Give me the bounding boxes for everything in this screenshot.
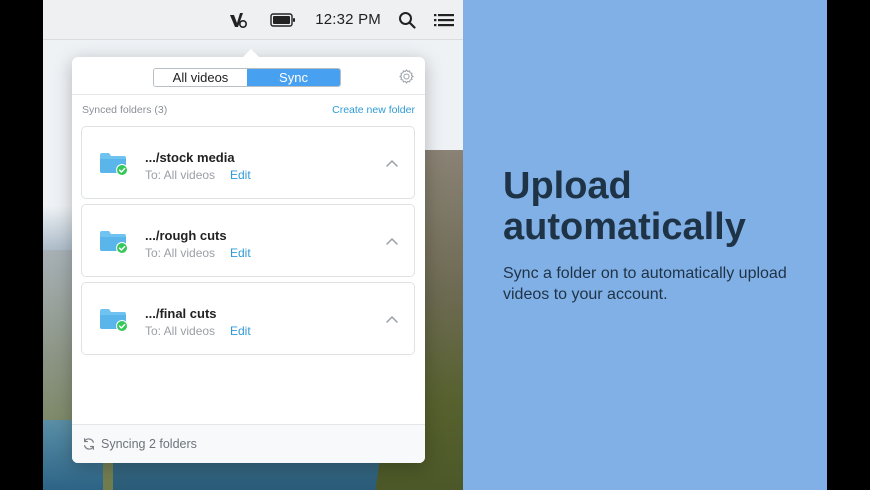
chevron-up-icon[interactable]: [385, 311, 399, 323]
stage: 12:32 PM All videos Sync Synced folders …: [0, 0, 870, 490]
gear-icon[interactable]: [398, 68, 415, 85]
promo-description: Sync a folder on to automatically upload…: [503, 265, 787, 303]
create-new-folder-link[interactable]: Create new folder: [332, 104, 415, 116]
folder-synced-icon: [99, 151, 129, 177]
folder-destination: To: All videos: [145, 168, 216, 182]
folder-card[interactable]: .../stock media To: All videos Edit: [81, 126, 415, 199]
battery-icon[interactable]: [269, 0, 297, 40]
sync-status: Syncing 2 folders: [101, 437, 197, 451]
popover-header: All videos Sync: [72, 57, 425, 95]
sync-icon: [82, 437, 96, 451]
synced-folders-header: Synced folders (3) Create new folder: [72, 95, 425, 125]
vimeo-sync-app-icon[interactable]: [225, 0, 251, 40]
folder-destination: To: All videos: [145, 324, 216, 338]
menu-bar: 12:32 PM: [43, 0, 463, 40]
folder-name: .../final cuts: [145, 306, 217, 321]
edit-destination-link[interactable]: Edit: [230, 246, 251, 260]
chevron-up-icon[interactable]: [385, 155, 399, 167]
folder-card[interactable]: .../final cuts To: All videos Edit: [81, 282, 415, 355]
synced-folders-count: Synced folders (3): [82, 104, 168, 116]
folder-name: .../rough cuts: [145, 228, 227, 243]
folder-card[interactable]: .../rough cuts To: All videos Edit: [81, 204, 415, 277]
promo-headline: Upload automatically: [503, 165, 746, 248]
sync-popover: All videos Sync Synced folders (3) Creat…: [72, 49, 425, 463]
chevron-up-icon[interactable]: [385, 233, 399, 245]
list-icon[interactable]: [433, 0, 455, 40]
folder-synced-icon: [99, 229, 129, 255]
tab-all-videos[interactable]: All videos: [154, 69, 247, 86]
view-segmented-control: All videos Sync: [153, 68, 341, 87]
search-icon[interactable]: [397, 0, 417, 40]
folder-destination: To: All videos: [145, 246, 216, 260]
edit-destination-link[interactable]: Edit: [230, 168, 251, 182]
folder-name: .../stock media: [145, 150, 235, 165]
folder-synced-icon: [99, 307, 129, 333]
popover-footer: Syncing 2 folders: [72, 424, 425, 463]
menubar-clock[interactable]: 12:32 PM: [315, 0, 381, 40]
tab-sync[interactable]: Sync: [247, 69, 340, 86]
edit-destination-link[interactable]: Edit: [230, 324, 251, 338]
